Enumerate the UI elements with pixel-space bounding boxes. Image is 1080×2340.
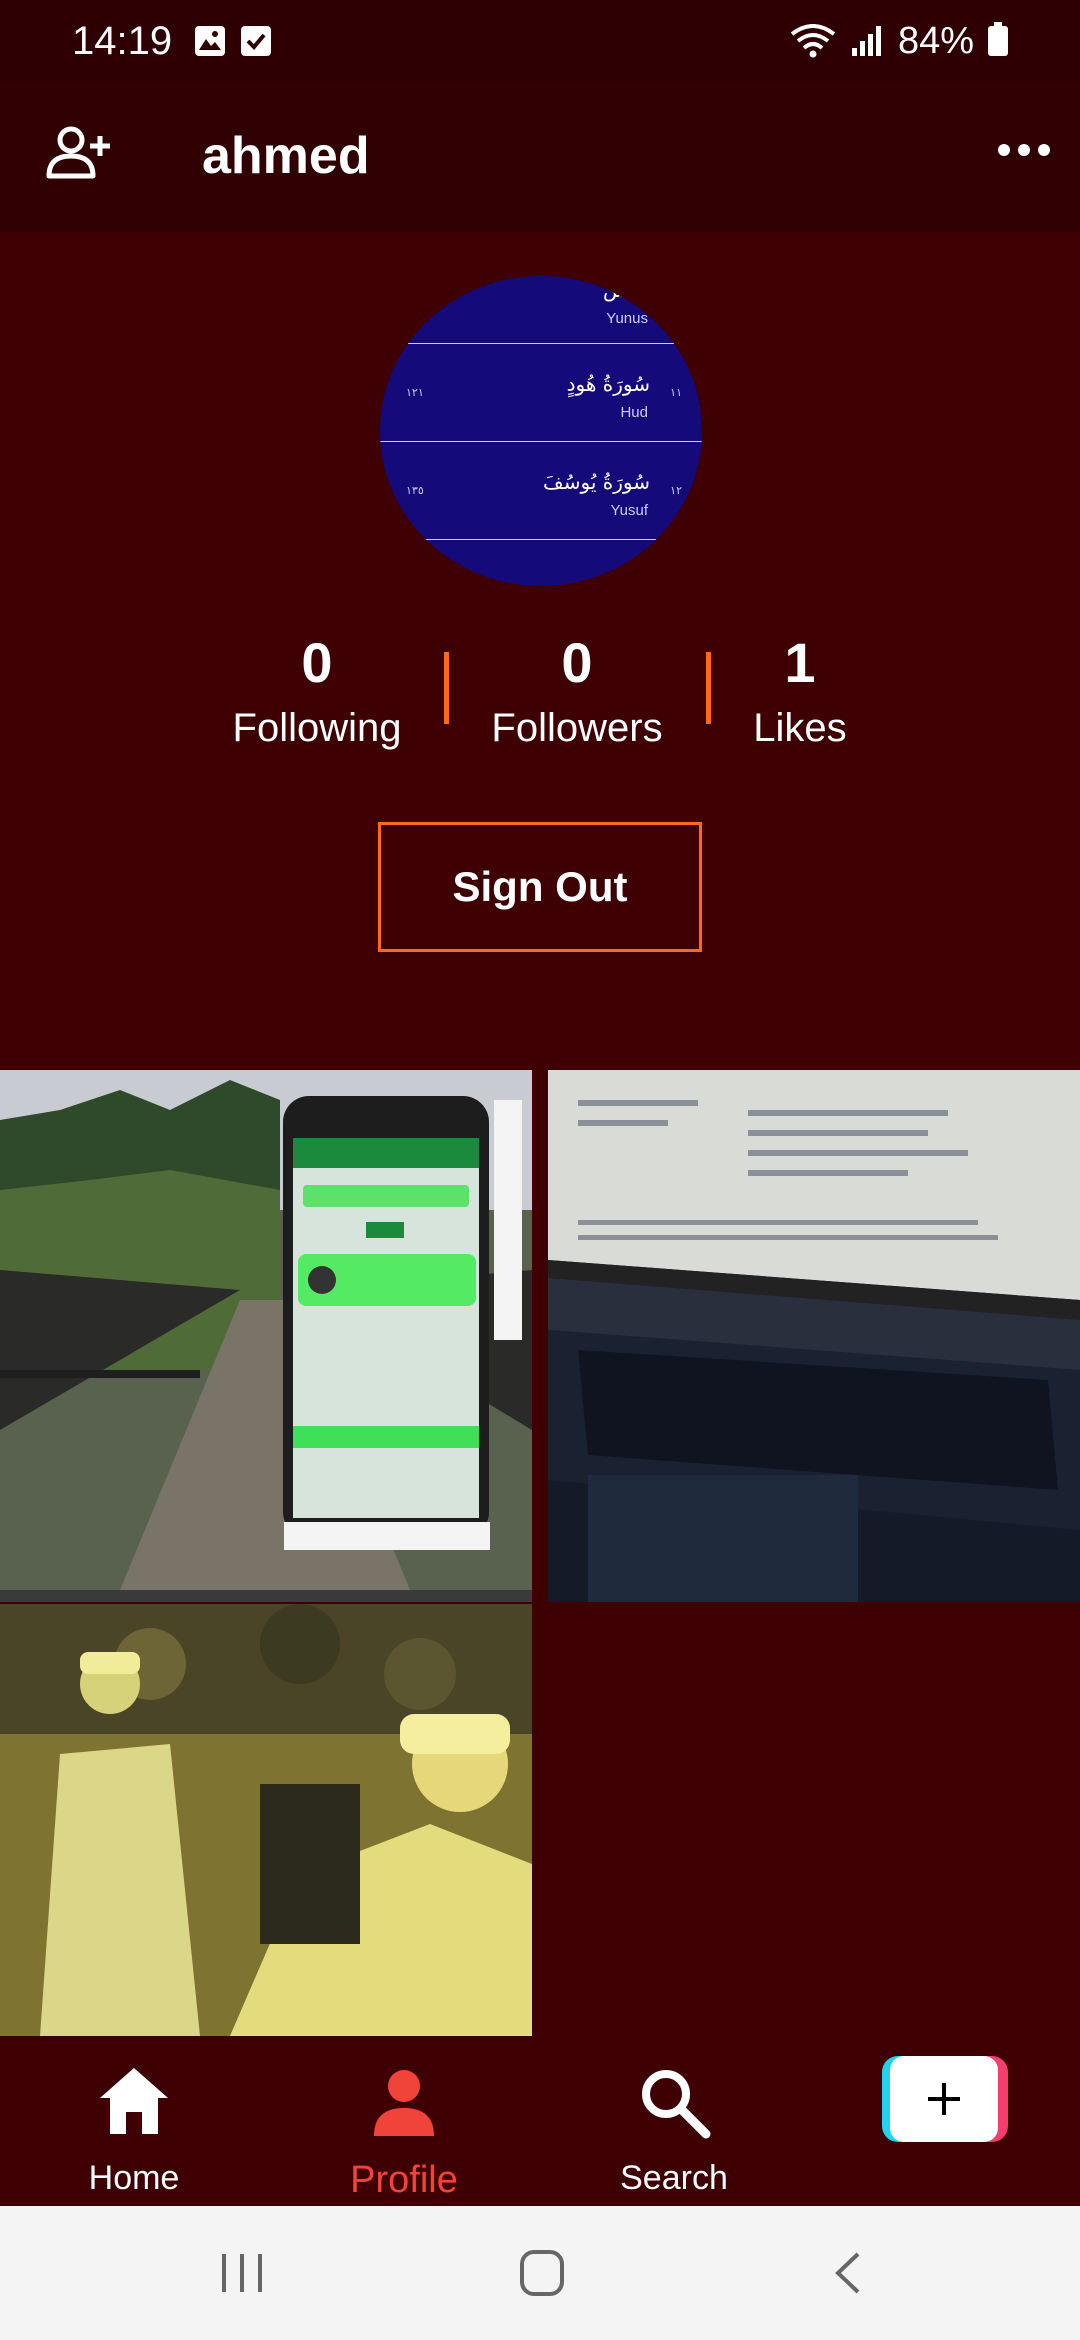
likes-label: Likes	[753, 706, 847, 750]
video-thumbnail[interactable]	[548, 1070, 1080, 1602]
avatar-surah-arabic: سُورَةُ هُودٍ	[566, 372, 650, 396]
avatar-surah-number: ١١	[670, 387, 682, 399]
avatar-surah-english: Yunus	[606, 310, 648, 327]
nav-search[interactable]: Search	[584, 2064, 764, 2198]
create-button-face	[890, 2056, 998, 2142]
nav-profile[interactable]: Profile	[314, 2064, 494, 2202]
status-time: 14:19	[72, 18, 173, 63]
video-thumbnail[interactable]	[0, 1604, 532, 2036]
stats-divider	[706, 652, 711, 724]
avatar-surah-arabic: سُورَةُ يُوسُفَ	[543, 470, 650, 494]
back-icon[interactable]	[830, 2250, 866, 2296]
status-bar: 14:19 84%	[0, 0, 1080, 82]
followers-label: Followers	[491, 706, 663, 750]
image-notification-icon	[195, 26, 226, 56]
stats-divider	[444, 652, 449, 724]
avatar-surah-row: يونس Yunus	[380, 276, 702, 344]
bottom-navigation: Home Profile Search	[0, 2036, 1080, 2206]
status-notification-icons	[194, 25, 272, 57]
nav-profile-label: Profile	[350, 2159, 458, 2201]
wifi-icon	[790, 24, 836, 58]
avatar-surah-english: Hud	[620, 404, 648, 421]
add-user-icon[interactable]	[44, 124, 114, 184]
avatar-surah-row: سُورَةُ هُودٍ Hud ١٢١ ١١	[380, 344, 702, 442]
system-navigation-bar	[0, 2206, 1080, 2340]
avatar-surah-row: سُورَةُ يُوسُفَ Yusuf ١٣٥ ١٢	[380, 442, 702, 540]
profile-username: ahmed	[202, 127, 370, 185]
video-thumbnail[interactable]	[0, 1070, 532, 1602]
bridge-video-preview	[0, 1070, 532, 1602]
status-right: 84%	[790, 20, 1008, 63]
prayer-video-preview	[0, 1604, 532, 2036]
likes-count: 1	[784, 631, 816, 694]
profile-header: ahmed	[0, 82, 1080, 232]
more-options-icon[interactable]	[998, 144, 1050, 156]
nav-search-label: Search	[620, 2159, 728, 2197]
person-icon	[374, 2070, 434, 2136]
checkbox-notification-icon	[241, 26, 272, 56]
sign-out-button[interactable]: Sign Out	[378, 822, 702, 952]
nav-home[interactable]: Home	[44, 2064, 224, 2198]
following-label: Following	[232, 706, 402, 750]
following-count: 0	[301, 631, 333, 694]
profile-avatar[interactable]: يونس Yunus سُورَةُ هُودٍ Hud ١٢١ ١١ سُور…	[380, 276, 702, 586]
stat-followers[interactable]: 0 Followers	[486, 628, 668, 758]
avatar-surah-arabic: يونس	[603, 278, 650, 302]
stat-following[interactable]: 0 Following	[224, 628, 410, 758]
battery-percent: 84%	[897, 19, 974, 62]
recent-apps-icon[interactable]	[218, 2250, 266, 2296]
signal-icon	[851, 26, 881, 56]
create-video-button[interactable]	[882, 2056, 1008, 2142]
followers-count: 0	[561, 631, 593, 694]
avatar-surah-english: Yusuf	[610, 502, 648, 519]
battery-icon	[988, 22, 1008, 56]
laptop-video-preview	[548, 1070, 1080, 1602]
search-icon	[642, 2070, 711, 2139]
avatar-surah-verse-count: ١٣٥	[406, 485, 424, 497]
home-icon	[100, 2068, 168, 2134]
nav-home-label: Home	[88, 2159, 180, 2197]
plus-icon	[928, 2083, 960, 2115]
home-system-icon[interactable]	[518, 2250, 566, 2296]
stat-likes[interactable]: 1 Likes	[740, 628, 860, 758]
avatar-surah-number: ١٢	[670, 485, 682, 497]
avatar-surah-verse-count: ١٢١	[406, 387, 424, 399]
